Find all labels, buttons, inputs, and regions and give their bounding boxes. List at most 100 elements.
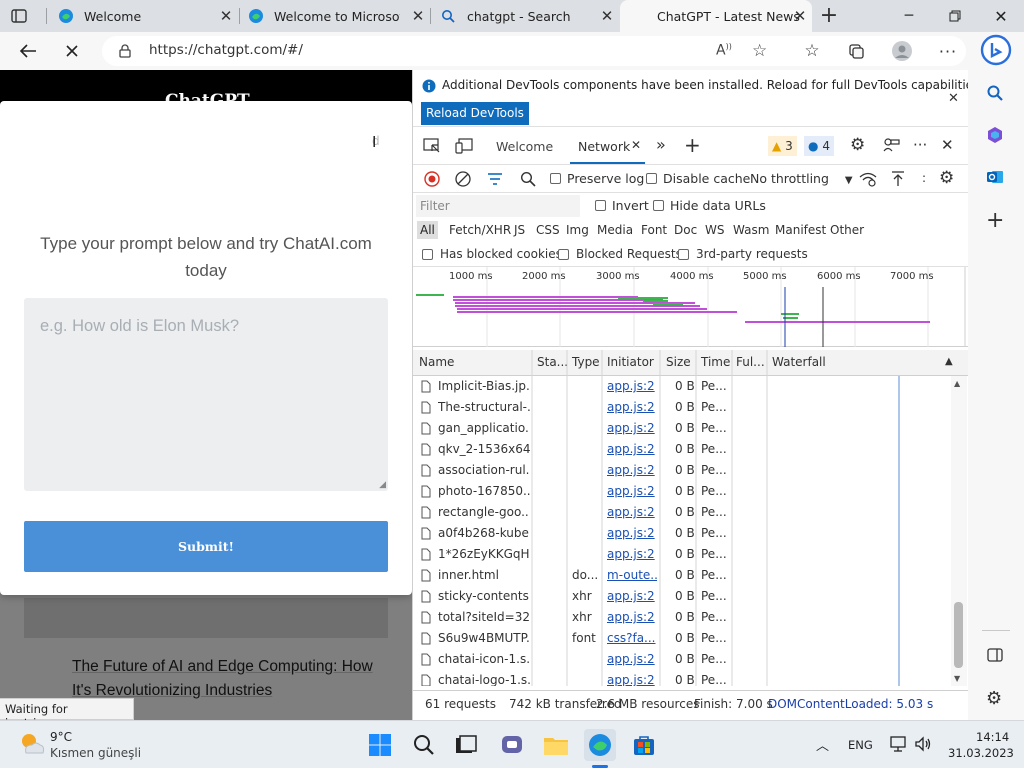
table-row[interactable]: gan_applicatio... app.js:2 0 B Pe... xyxy=(413,418,951,439)
filter-icon[interactable] xyxy=(487,172,503,186)
issues-badge[interactable]: ● 4 xyxy=(804,136,834,156)
request-initiator[interactable]: app.js:2 xyxy=(607,670,657,686)
table-row[interactable]: sticky-contents... xhr app.js:2 0 B Pe... xyxy=(413,586,951,607)
add-favorite-icon[interactable]: ☆ xyxy=(752,41,767,61)
tab-close-icon[interactable]: ✕ xyxy=(792,8,808,24)
blocked-requests-checkbox[interactable] xyxy=(558,249,569,260)
request-initiator[interactable]: app.js:2 xyxy=(607,397,657,418)
tab-welcome[interactable]: Welcome ✕ xyxy=(50,0,238,32)
resize-handle-icon[interactable]: ◢ xyxy=(379,480,386,490)
column-header-type[interactable]: Type xyxy=(572,355,600,369)
request-initiator[interactable]: app.js:2 xyxy=(607,586,657,607)
infobar-close-icon[interactable]: ✕ xyxy=(948,91,959,106)
task-view-icon[interactable] xyxy=(450,729,482,761)
request-initiator[interactable]: app.js:2 xyxy=(607,544,657,565)
teams-chat-icon[interactable] xyxy=(496,729,528,761)
request-initiator[interactable]: css?fa... xyxy=(607,628,657,649)
search-icon[interactable] xyxy=(520,171,536,187)
request-initiator[interactable]: app.js:2 xyxy=(607,502,657,523)
import-har-icon[interactable] xyxy=(891,171,905,187)
volume-icon[interactable] xyxy=(914,735,932,753)
type-filter-img[interactable]: Img xyxy=(566,223,589,237)
inspect-element-icon[interactable] xyxy=(423,138,441,154)
tab-welcome-edge[interactable]: Welcome to Microsoft Edge ✕ xyxy=(240,0,430,32)
scroll-up-icon[interactable]: ▲ xyxy=(954,379,960,388)
throttling-select[interactable]: No throttling ▼ xyxy=(750,171,853,186)
request-initiator[interactable]: m-oute... xyxy=(607,565,657,586)
tab-actions-icon[interactable] xyxy=(10,7,28,25)
column-header-waterfall[interactable]: Waterfall xyxy=(772,355,826,369)
microsoft-365-icon[interactable] xyxy=(986,126,1004,144)
hide-data-urls-checkbox[interactable] xyxy=(653,200,664,211)
column-header-time[interactable]: Time xyxy=(701,355,730,369)
request-initiator[interactable]: app.js:2 xyxy=(607,649,657,670)
weather-desc[interactable]: Kısmen güneşli xyxy=(50,746,141,760)
type-filter-other[interactable]: Other xyxy=(830,223,864,237)
close-window-button[interactable]: ✕ xyxy=(978,0,1024,32)
type-filter-font[interactable]: Font xyxy=(641,223,667,237)
table-row[interactable]: rectangle-goo... app.js:2 0 B Pe... xyxy=(413,502,951,523)
column-header-name[interactable]: Name xyxy=(419,355,454,369)
column-header-size[interactable]: Size xyxy=(666,355,691,369)
column-header-initiator[interactable]: Initiator xyxy=(607,355,654,369)
edge-taskbar-icon[interactable] xyxy=(584,729,616,761)
close-devtools-icon[interactable]: ✕ xyxy=(941,136,954,154)
type-filter-manifest[interactable]: Manifest xyxy=(775,223,826,237)
new-tab-button[interactable]: + xyxy=(818,5,840,27)
favorites-button[interactable]: ☆ xyxy=(798,37,826,65)
stop-loading-button[interactable] xyxy=(58,37,86,65)
record-icon[interactable] xyxy=(424,171,440,187)
request-initiator[interactable]: app.js:2 xyxy=(607,481,657,502)
table-row[interactable]: chatai-logo-1.s... app.js:2 0 B Pe... xyxy=(413,670,951,686)
bing-chat-icon[interactable] xyxy=(980,34,1012,66)
prompt-textarea[interactable]: e.g. How old is Elon Musk? ◢ xyxy=(24,298,388,491)
address-bar[interactable]: https://chatgpt.com/#/ A)) ☆ xyxy=(102,36,966,66)
request-initiator[interactable]: app.js:2 xyxy=(607,418,657,439)
table-row[interactable]: Implicit-Bias.jp... app.js:2 0 B Pe... xyxy=(413,376,951,397)
clear-icon[interactable] xyxy=(455,171,471,187)
restore-button[interactable] xyxy=(932,0,978,32)
clock-date[interactable]: 31.03.2023 xyxy=(948,746,1014,760)
clock-time[interactable]: 14:14 xyxy=(976,730,1009,744)
filter-input[interactable]: Filter xyxy=(416,195,580,217)
table-row[interactable]: The-structural-... app.js:2 0 B Pe... xyxy=(413,397,951,418)
table-row[interactable]: qkv_2-1536x64... app.js:2 0 B Pe... xyxy=(413,439,951,460)
request-initiator[interactable]: app.js:2 xyxy=(607,607,657,628)
disable-cache-checkbox[interactable] xyxy=(646,173,657,184)
collections-button[interactable] xyxy=(842,37,870,65)
microsoft-store-icon[interactable] xyxy=(628,729,660,761)
column-header-fulfilled[interactable]: Ful... xyxy=(736,355,765,369)
profile-avatar[interactable] xyxy=(888,37,916,65)
weather-icon[interactable] xyxy=(18,731,46,757)
column-header-status[interactable]: Sta... xyxy=(537,355,568,369)
table-row[interactable]: S6u9w4BMUTP... font css?fa... 0 B Pe... xyxy=(413,628,951,649)
table-row[interactable]: chatai-icon-1.s... app.js:2 0 B Pe... xyxy=(413,649,951,670)
type-filter-media[interactable]: Media xyxy=(597,223,633,237)
type-filter-ws[interactable]: WS xyxy=(705,223,724,237)
request-initiator[interactable]: app.js:2 xyxy=(607,523,657,544)
tab-close-icon[interactable]: ✕ xyxy=(218,8,234,24)
request-initiator[interactable]: app.js:2 xyxy=(607,439,657,460)
search-icon[interactable] xyxy=(986,84,1004,102)
type-filter-fetch-xhr[interactable]: Fetch/XHR xyxy=(449,223,511,237)
weather-temp[interactable]: 9°C xyxy=(50,730,72,744)
lock-icon[interactable] xyxy=(119,44,131,58)
network-status-icon[interactable] xyxy=(889,735,909,753)
scroll-down-icon[interactable]: ▼ xyxy=(954,674,960,683)
table-row[interactable]: inner.html do... m-oute... 0 B Pe... xyxy=(413,565,951,586)
type-filter-js[interactable]: JS xyxy=(514,223,525,237)
request-initiator[interactable]: app.js:2 xyxy=(607,460,657,481)
customize-devtools-icon[interactable] xyxy=(882,137,900,153)
add-tab-icon[interactable]: + xyxy=(684,133,701,157)
network-conditions-icon[interactable] xyxy=(859,171,877,187)
language-indicator[interactable]: ENG xyxy=(848,738,873,752)
table-scrollbar[interactable]: ▲ ▼ xyxy=(951,376,967,686)
type-filter-all[interactable]: All xyxy=(417,221,438,239)
invert-checkbox[interactable] xyxy=(595,200,606,211)
hide-sidebar-icon[interactable] xyxy=(987,648,1003,662)
start-button[interactable] xyxy=(364,729,396,761)
show-hidden-icons-chevron[interactable]: ︿ xyxy=(816,735,829,754)
type-filter-wasm[interactable]: Wasm xyxy=(733,223,769,237)
address-url[interactable]: https://chatgpt.com/#/ xyxy=(149,42,303,58)
submit-button[interactable]: Submit! xyxy=(24,521,388,572)
